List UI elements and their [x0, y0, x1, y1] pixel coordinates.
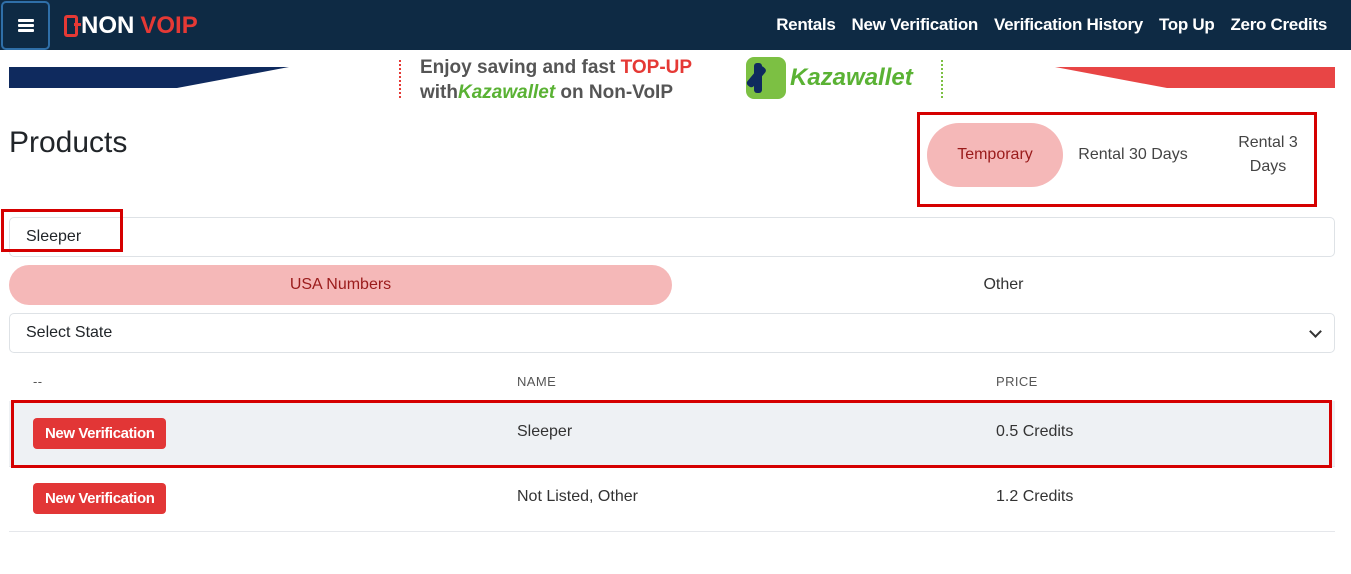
brand-non: NON — [81, 12, 135, 39]
promo-brand: Kazawallet — [458, 82, 556, 103]
state-select[interactable]: Select State — [9, 313, 1335, 353]
brand-logo[interactable]: NON VOIP — [64, 12, 198, 40]
chevron-down-icon — [1309, 325, 1322, 338]
product-name: Sleeper — [517, 423, 573, 440]
tab-rental-3-days[interactable]: Rental 3 Days — [1218, 123, 1318, 187]
banner-divider-left — [399, 60, 401, 98]
product-price: 0.5 Credits — [996, 423, 1074, 440]
promo-text: Enjoy saving and fast TOP-UP withKazawal… — [420, 55, 692, 105]
column-header-action: -- — [33, 374, 43, 389]
banner-red-stripe — [1055, 67, 1335, 88]
product-price: 1.2 Credits — [996, 488, 1074, 505]
nav-link-rentals[interactable]: Rentals — [776, 15, 836, 35]
state-select-value: Select State — [26, 324, 113, 341]
hamburger-menu-button[interactable] — [1, 1, 50, 50]
column-header-price: PRICE — [996, 374, 1038, 389]
column-header-name: NAME — [517, 374, 557, 389]
tab-usa-numbers[interactable]: USA Numbers — [9, 265, 672, 305]
kazawallet-icon — [746, 57, 786, 99]
new-verification-button[interactable]: New Verification — [33, 418, 167, 449]
brand-voip: VOIP — [140, 12, 198, 39]
page-title: Products — [9, 126, 128, 159]
menu-icon — [17, 17, 34, 34]
banner-divider-right — [941, 60, 943, 98]
product-search-input[interactable] — [9, 217, 1335, 257]
promo-line2-prefix: with — [420, 82, 458, 103]
new-verification-button[interactable]: New Verification — [33, 483, 167, 514]
nav-link-new-verification[interactable]: New Verification — [852, 15, 979, 35]
promo-banner[interactable]: Enjoy saving and fast TOP-UP withKazawal… — [9, 55, 1335, 105]
tab-temporary[interactable]: Temporary — [927, 123, 1063, 187]
banner-blue-stripe — [9, 67, 289, 88]
product-type-tabs: Temporary Rental 30 Days Rental 3 Days — [917, 112, 1317, 207]
top-navbar: NON VOIP Rentals New Verification Verific… — [0, 0, 1351, 50]
promo-highlight: TOP-UP — [620, 57, 693, 78]
kazawallet-logo-text: Kazawallet — [790, 64, 913, 91]
tab-rental-30-days[interactable]: Rental 30 Days — [1078, 123, 1188, 187]
kazawallet-logo: Kazawallet — [746, 57, 913, 99]
nav-links: Rentals New Verification Verification Hi… — [776, 15, 1327, 35]
table-row: New Verification Not Listed, Other 1.2 C… — [9, 466, 1335, 532]
nav-link-top-up[interactable]: Top Up — [1159, 15, 1215, 35]
number-type-tabs: USA Numbers Other — [9, 265, 1335, 305]
promo-line1: Enjoy saving and fast — [420, 57, 621, 78]
nav-link-verification-history[interactable]: Verification History — [994, 15, 1143, 35]
tab-other[interactable]: Other — [672, 265, 1335, 305]
table-row: New Verification Sleeper 0.5 Credits — [9, 401, 1335, 467]
phone-icon — [64, 15, 81, 37]
promo-line2-suffix: on Non-VoIP — [555, 82, 674, 103]
product-name: Not Listed, Other — [517, 488, 638, 505]
nav-link-zero-credits[interactable]: Zero Credits — [1230, 15, 1327, 35]
